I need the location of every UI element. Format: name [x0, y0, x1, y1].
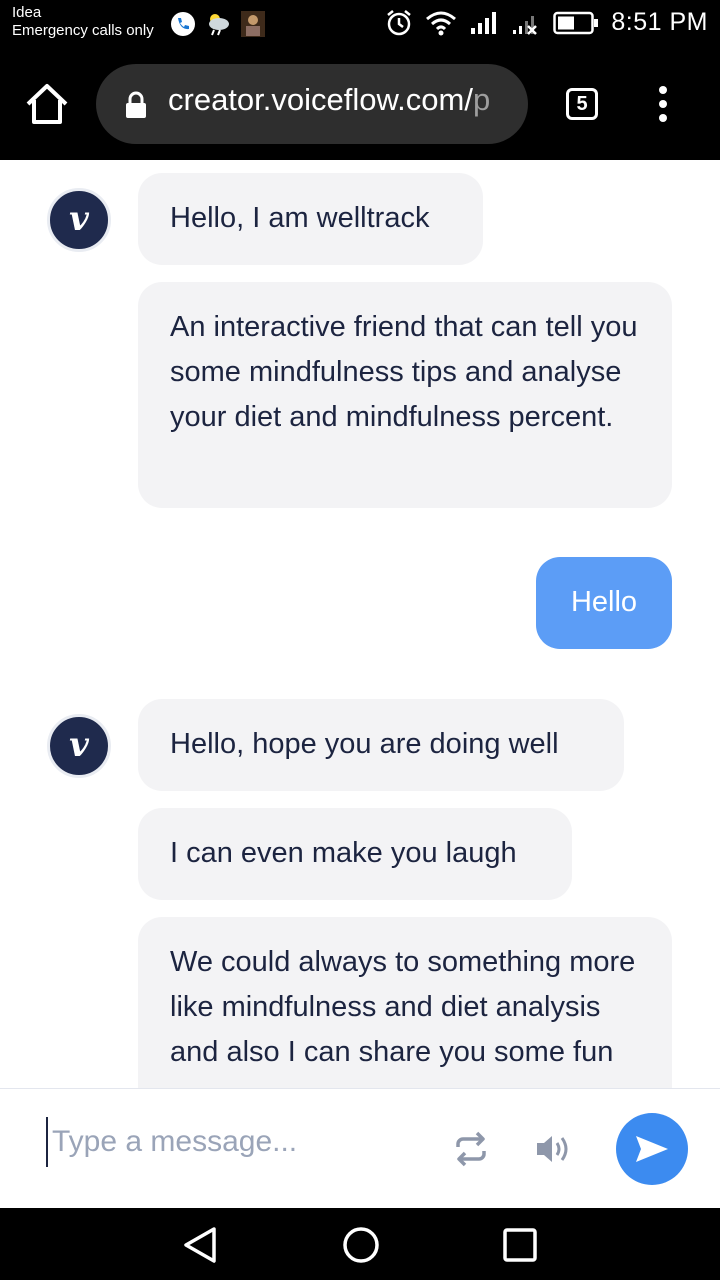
bot-message: Hello, hope you are doing well — [138, 699, 624, 791]
bot-message: I can even make you laugh — [138, 808, 572, 900]
lock-icon — [124, 91, 148, 124]
clock-time: 8:51 PM — [611, 8, 708, 36]
address-bar[interactable]: creator.voiceflow.com/p — [96, 64, 528, 144]
no-signal-icon — [511, 10, 541, 36]
send-icon — [636, 1136, 668, 1162]
bot-message: Hello, I am welltrack — [138, 173, 483, 265]
bot-message: We could always to something more like m… — [138, 917, 672, 1088]
chat-transcript[interactable]: v Hello, I am welltrack An interactive f… — [0, 160, 720, 1088]
user-message: Hello — [536, 557, 672, 649]
send-button[interactable] — [616, 1113, 688, 1185]
weather-icon — [206, 11, 230, 42]
message-composer — [0, 1088, 720, 1209]
back-icon[interactable] — [182, 1226, 218, 1269]
photo-notification-icon — [240, 10, 266, 43]
message-input[interactable] — [46, 1117, 414, 1167]
overflow-menu-icon[interactable] — [655, 86, 671, 126]
repeat-icon[interactable] — [452, 1131, 490, 1172]
status-bar: Idea Emergency calls only 8:51 PM — [0, 0, 720, 50]
url-text: creator.voiceflow.com/p — [168, 82, 490, 118]
home-icon — [26, 84, 68, 124]
status-icons: 8:51 PM — [385, 8, 708, 37]
bot-avatar: v — [47, 188, 111, 252]
carrier-name: Idea — [12, 4, 42, 21]
system-nav-bar — [0, 1208, 720, 1280]
url-rest: p — [472, 82, 491, 117]
tab-switcher-button[interactable]: 5 — [566, 88, 598, 120]
recents-icon[interactable] — [502, 1226, 538, 1269]
url-main: creator.voiceflow.com/ — [168, 82, 473, 117]
signal-icon — [469, 10, 499, 36]
carrier-info: Idea Emergency calls only — [12, 4, 154, 40]
bot-message: An interactive friend that can tell you … — [138, 282, 672, 508]
wifi-icon — [425, 10, 457, 36]
alarm-icon — [385, 9, 413, 37]
browser-toolbar: creator.voiceflow.com/p 5 — [0, 50, 720, 160]
phone-icon — [170, 11, 196, 42]
network-note: Emergency calls only — [12, 22, 154, 39]
bot-avatar: v — [47, 714, 111, 778]
battery-icon — [553, 11, 599, 35]
home-button[interactable] — [22, 80, 72, 130]
speaker-icon[interactable] — [534, 1131, 572, 1172]
notification-icons — [170, 10, 266, 43]
home-circle-icon[interactable] — [342, 1226, 380, 1269]
